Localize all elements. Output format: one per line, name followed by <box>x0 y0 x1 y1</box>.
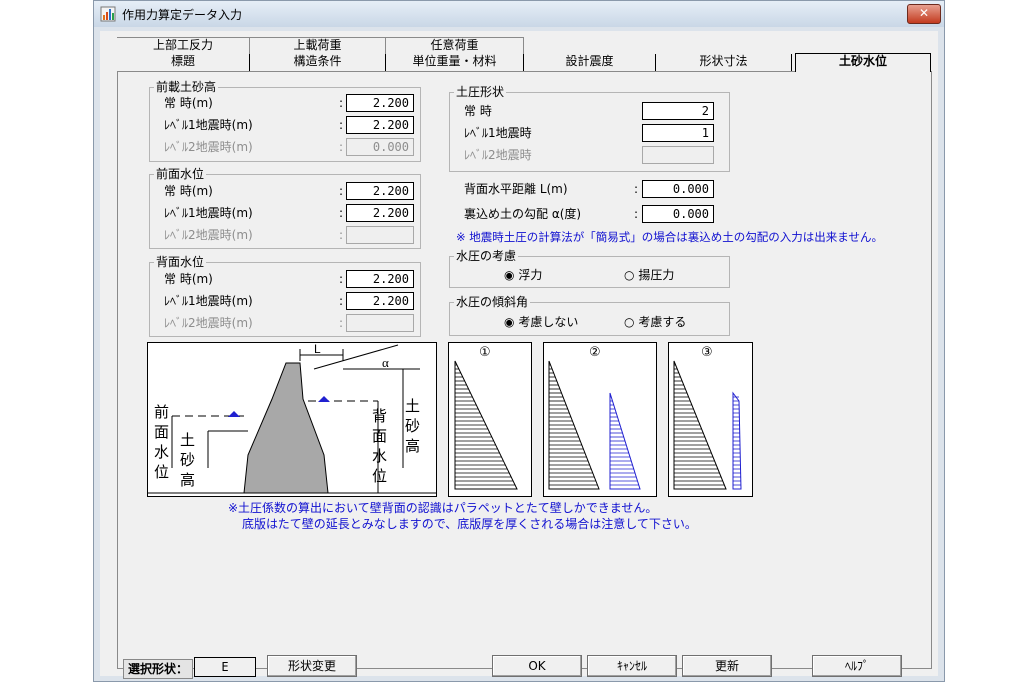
radio-unselected-icon: ○ <box>624 268 635 282</box>
back-distance-input[interactable]: 0.000 <box>642 180 714 198</box>
pressure-shape-3[interactable]: ③ <box>668 342 753 497</box>
back-water-normal-label: 常 時(m) <box>164 272 213 286</box>
backfill-slope-input[interactable]: 0.000 <box>642 205 714 223</box>
label-front-water-level: 前面水位 <box>154 404 169 481</box>
tab-superstructure-reaction[interactable]: 上部工反力 <box>117 37 250 54</box>
group-front-water-level-legend: 前面水位 <box>154 167 207 181</box>
slope-input-note: ※ 地震時土圧の計算法が「簡易式」の場合は裏込め土の勾配の入力は出来ません。 <box>456 230 883 244</box>
front-water-level1-label: ﾚﾍﾞﾙ1地震時(m) <box>164 206 253 220</box>
cancel-button[interactable]: ｷｬﾝｾﾙ <box>587 655 677 677</box>
back-water-level2-label: ﾚﾍﾞﾙ2地震時(m) <box>164 316 253 330</box>
update-button[interactable]: 更新 <box>682 655 772 677</box>
tab-title[interactable]: 標題 <box>117 54 250 71</box>
earth-pressure-normal-label: 常 時 <box>464 104 492 118</box>
dialog-client: 上部工反力 上載荷重 任意荷重 標題 構造条件 単位重量・材料 設計震度 形状寸… <box>100 31 938 679</box>
tab-shape-dimensions[interactable]: 形状寸法 <box>656 54 792 71</box>
tab-design-seismic[interactable]: 設計震度 <box>524 54 656 71</box>
app-icon <box>100 6 116 22</box>
colon: : <box>339 140 344 154</box>
label-back-water-level: 背面水位 <box>372 408 387 485</box>
colon: : <box>339 206 344 220</box>
ok-button[interactable]: OK <box>492 655 582 677</box>
front-soil-level1-input[interactable]: 2.200 <box>346 116 414 134</box>
radio-slope-consider-label: 考慮する <box>638 315 687 329</box>
tab-structure-conditions[interactable]: 構造条件 <box>250 54 386 71</box>
front-water-level1-input[interactable]: 2.200 <box>346 204 414 222</box>
pressure-shape-3-hatch <box>673 360 742 490</box>
label-back-soil-height: 土砂高 <box>405 398 420 455</box>
selected-shape-value: E <box>194 657 256 677</box>
group-back-water-level-legend: 背面水位 <box>154 255 207 269</box>
front-soil-normal-label: 常 時(m) <box>164 96 213 110</box>
radio-selected-icon: ◉ <box>504 268 515 282</box>
group-water-pressure-slope-legend: 水圧の傾斜角 <box>454 295 531 309</box>
front-water-level2-label: ﾚﾍﾞﾙ2地震時(m) <box>164 228 253 242</box>
back-water-normal-input[interactable]: 2.200 <box>346 270 414 288</box>
earth-pressure-level2-input <box>642 146 714 164</box>
front-soil-level2-input: 0.000 <box>346 138 414 156</box>
wall-recognition-note: ※土圧係数の算出において壁背面の認識はパラペットとたて壁しかできません。 <box>228 501 658 515</box>
cross-section-diagram: L α 前面水位 土砂高 背面水位 土砂高 <box>147 342 437 497</box>
front-soil-level2-label: ﾚﾍﾞﾙ2地震時(m) <box>164 140 253 154</box>
radio-unselected-icon: ○ <box>624 315 635 329</box>
tab-arbitrary-load[interactable]: 任意荷重 <box>386 37 524 54</box>
dim-alpha-label: α <box>382 355 389 370</box>
back-water-level2-input <box>346 314 414 332</box>
group-earth-pressure-shape-legend: 土圧形状 <box>454 85 507 99</box>
radio-slope-ignore-label: 考慮しない <box>518 315 579 329</box>
help-button[interactable]: ﾍﾙﾌﾟ <box>812 655 902 677</box>
colon: : <box>339 118 344 132</box>
radio-buoyancy[interactable]: ◉ 浮力 <box>504 268 542 282</box>
colon: : <box>634 182 639 196</box>
earth-pressure-level1-input[interactable]: 1 <box>642 124 714 142</box>
base-slab-note: 底版はたて壁の延長とみなしますので、底版厚を厚くされる場合は注意して下さい。 <box>242 517 697 531</box>
pressure-shape-1-hatch <box>454 360 518 490</box>
close-button[interactable]: ✕ <box>907 4 941 24</box>
earth-pressure-normal-input[interactable]: 2 <box>642 102 714 120</box>
back-water-level1-label: ﾚﾍﾞﾙ1地震時(m) <box>164 294 253 308</box>
change-shape-button[interactable]: 形状変更 <box>267 655 357 677</box>
pressure-shape-1[interactable]: ① <box>448 342 532 497</box>
tab-unit-weight-materials[interactable]: 単位重量・材料 <box>386 54 524 71</box>
wall-body <box>243 362 329 494</box>
colon: : <box>339 228 344 242</box>
radio-uplift[interactable]: ○ 揚圧力 <box>624 268 674 282</box>
front-water-normal-input[interactable]: 2.200 <box>346 182 414 200</box>
colon: : <box>634 207 639 221</box>
colon: : <box>339 316 344 330</box>
front-soil-level1-label: ﾚﾍﾞﾙ1地震時(m) <box>164 118 253 132</box>
back-water-level1-input[interactable]: 2.200 <box>346 292 414 310</box>
colon: : <box>339 294 344 308</box>
window-title: 作用力算定データ入力 <box>122 8 243 22</box>
dim-l-label: L <box>314 343 321 356</box>
backfill-slope-label: 裏込め土の勾配 α(度) <box>464 207 582 221</box>
label-front-soil-height: 土砂高 <box>180 432 195 489</box>
earth-pressure-level1-label: ﾚﾍﾞﾙ1地震時 <box>464 126 532 140</box>
colon: : <box>339 272 344 286</box>
tab-surcharge-load[interactable]: 上載荷重 <box>250 37 386 54</box>
dialog-window: 作用力算定データ入力 ✕ 上部工反力 上載荷重 任意荷重 標題 構造条件 単位重… <box>93 0 945 682</box>
tab-soil-water-level[interactable]: 土砂水位 <box>795 53 931 72</box>
radio-selected-icon: ◉ <box>504 315 515 329</box>
colon: : <box>339 96 344 110</box>
pressure-shape-2-hatch <box>548 360 641 490</box>
front-water-level2-input <box>346 226 414 244</box>
radio-slope-ignore[interactable]: ◉ 考慮しない <box>504 315 578 329</box>
title-bar: 作用力算定データ入力 ✕ <box>94 1 944 27</box>
front-water-normal-label: 常 時(m) <box>164 184 213 198</box>
pressure-shape-2[interactable]: ② <box>543 342 657 497</box>
radio-buoyancy-label: 浮力 <box>518 268 543 282</box>
tab-panel: 前載土砂高 常 時(m) : 2.200 ﾚﾍﾞﾙ1地震時(m) : 2.200… <box>117 71 932 669</box>
group-front-soil-height-legend: 前載土砂高 <box>154 80 219 94</box>
earth-pressure-level2-label: ﾚﾍﾞﾙ2地震時 <box>464 148 532 162</box>
cross-section-drawing: L α 前面水位 土砂高 背面水位 土砂高 <box>148 342 436 494</box>
selected-shape-label: 選択形状： <box>123 659 194 679</box>
group-water-pressure-consider-legend: 水圧の考慮 <box>454 249 519 263</box>
back-distance-label: 背面水平距離 L(m) <box>464 182 568 196</box>
radio-slope-consider[interactable]: ○ 考慮する <box>624 315 686 329</box>
front-soil-normal-input[interactable]: 2.200 <box>346 94 414 112</box>
colon: : <box>339 184 344 198</box>
radio-uplift-label: 揚圧力 <box>638 268 675 282</box>
